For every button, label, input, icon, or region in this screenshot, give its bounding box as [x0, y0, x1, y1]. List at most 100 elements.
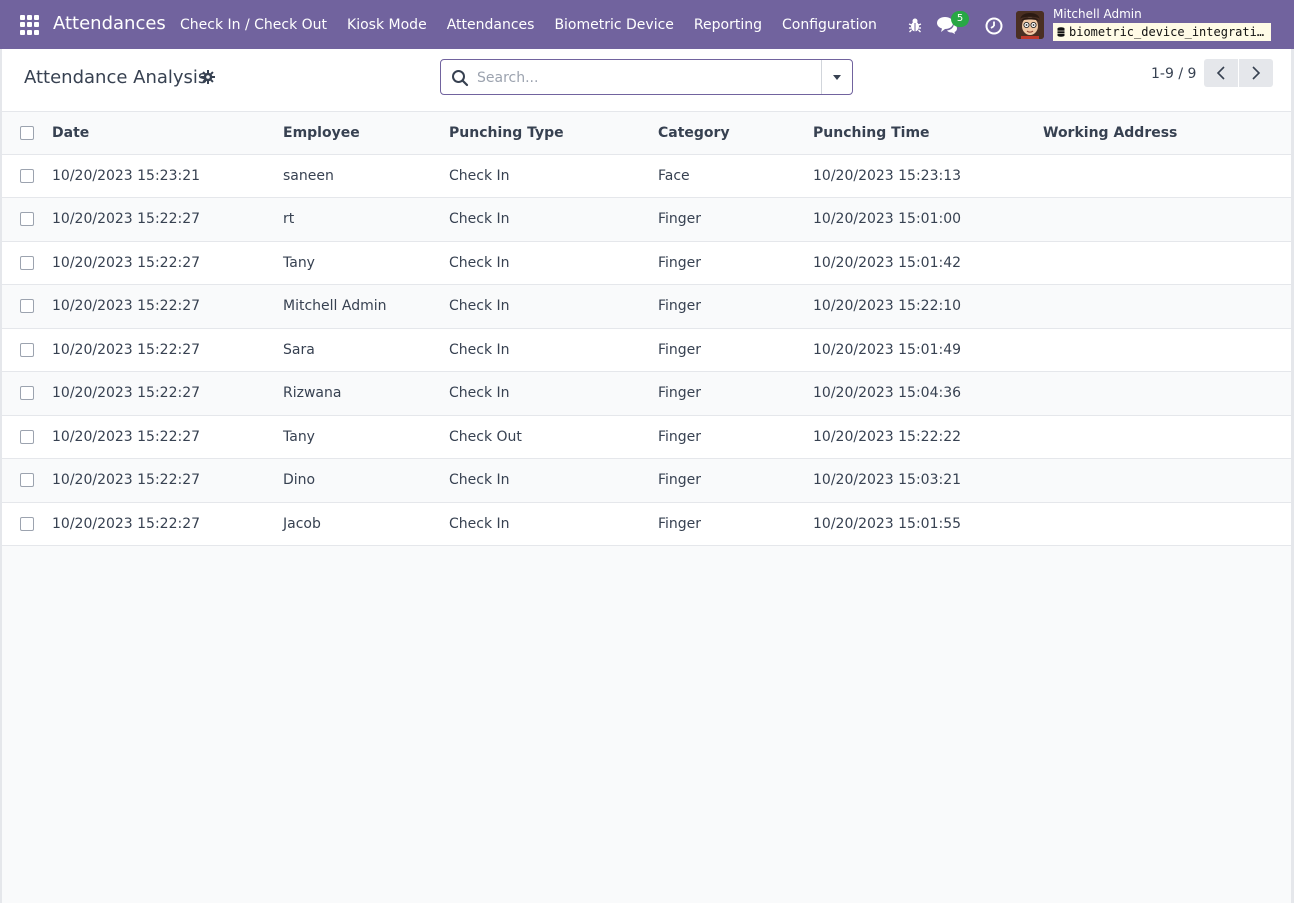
- cell-date: 10/20/2023 15:22:27: [52, 371, 283, 416]
- cell-punching-type: Check In: [449, 241, 658, 285]
- cell-category: Finger: [658, 328, 813, 372]
- row-checkbox[interactable]: [20, 168, 34, 183]
- gear-icon[interactable]: [201, 70, 215, 84]
- chevron-right-icon: [1252, 66, 1261, 80]
- cell-punching-time: 10/20/2023 15:22:22: [813, 415, 1043, 459]
- search-input[interactable]: [477, 66, 817, 90]
- messages-count-badge: 5: [951, 11, 969, 27]
- menu-item-kiosk-mode[interactable]: Kiosk Mode: [347, 17, 427, 33]
- column-header-punching-type[interactable]: Punching Type: [449, 113, 658, 155]
- cell-working-address: [1043, 371, 1291, 416]
- cell-punching-type: Check Out: [449, 415, 658, 459]
- row-select-cell: [2, 371, 52, 416]
- caret-down-icon: [833, 75, 841, 80]
- database-name: biometric_device_integration: [1069, 25, 1271, 39]
- row-select-cell: [2, 458, 52, 503]
- cell-working-address: [1043, 284, 1291, 329]
- cell-employee: Tany: [283, 415, 449, 459]
- row-select-cell: [2, 241, 52, 285]
- cell-employee: Jacob: [283, 502, 449, 546]
- cell-working-address: [1043, 458, 1291, 503]
- cell-working-address: [1043, 328, 1291, 372]
- cell-punching-type: Check In: [449, 154, 658, 198]
- top-navbar: Attendances Check In / Check Out Kiosk M…: [0, 0, 1294, 49]
- menu-item-reporting[interactable]: Reporting: [694, 17, 762, 33]
- table-row[interactable]: 10/20/2023 15:22:27 Jacob Check In Finge…: [2, 502, 1291, 546]
- row-checkbox[interactable]: [20, 429, 34, 444]
- column-header-date[interactable]: Date: [52, 113, 283, 155]
- row-checkbox[interactable]: [20, 473, 34, 488]
- table-row[interactable]: 10/20/2023 15:22:27 Rizwana Check In Fin…: [2, 371, 1291, 416]
- row-checkbox[interactable]: [20, 212, 34, 227]
- cell-category: Finger: [658, 458, 813, 503]
- row-checkbox[interactable]: [20, 299, 34, 314]
- cell-date: 10/20/2023 15:22:27: [52, 458, 283, 503]
- activity-clock-icon[interactable]: [985, 17, 1003, 35]
- database-name-badge: biometric_device_integration: [1053, 23, 1271, 41]
- pager-value[interactable]: 1-9 / 9: [1151, 66, 1196, 82]
- table-row[interactable]: 10/20/2023 15:22:27 Tany Check In Finger…: [2, 241, 1291, 285]
- cell-category: Finger: [658, 197, 813, 242]
- cell-punching-type: Check In: [449, 502, 658, 546]
- cell-punching-type: Check In: [449, 458, 658, 503]
- user-name[interactable]: Mitchell Admin: [1053, 7, 1142, 21]
- cell-date: 10/20/2023 15:22:27: [52, 241, 283, 285]
- row-select-cell: [2, 502, 52, 546]
- table-row[interactable]: 10/20/2023 15:22:27 Dino Check In Finger…: [2, 458, 1291, 503]
- cell-punching-time: 10/20/2023 15:01:49: [813, 328, 1043, 372]
- cell-working-address: [1043, 154, 1291, 198]
- pager-previous-button[interactable]: [1204, 59, 1238, 87]
- table-row[interactable]: 10/20/2023 15:22:27 Sara Check In Finger…: [2, 328, 1291, 372]
- table-row[interactable]: 10/20/2023 15:23:21 saneen Check In Face…: [2, 154, 1291, 198]
- column-header-working-address[interactable]: Working Address: [1043, 113, 1291, 155]
- user-avatar[interactable]: [1016, 11, 1044, 39]
- row-checkbox[interactable]: [20, 386, 34, 401]
- cell-punching-type: Check In: [449, 371, 658, 416]
- app-title[interactable]: Attendances: [53, 13, 166, 34]
- row-select-cell: [2, 328, 52, 372]
- cell-date: 10/20/2023 15:22:27: [52, 197, 283, 242]
- cell-date: 10/20/2023 15:22:27: [52, 328, 283, 372]
- search-bar: [440, 59, 853, 95]
- attendance-table: Date Employee Punching Type Category Pun…: [2, 113, 1291, 546]
- pager-next-button[interactable]: [1239, 59, 1273, 87]
- cell-date: 10/20/2023 15:22:27: [52, 502, 283, 546]
- select-all-cell: [2, 113, 52, 155]
- row-checkbox[interactable]: [20, 342, 34, 357]
- cell-employee: Dino: [283, 458, 449, 503]
- cell-punching-time: 10/20/2023 15:04:36: [813, 371, 1043, 416]
- debug-bug-icon[interactable]: [908, 17, 922, 33]
- menu-item-check-in-check-out[interactable]: Check In / Check Out: [180, 17, 327, 33]
- search-icon: [452, 70, 469, 87]
- menu-item-configuration[interactable]: Configuration: [782, 17, 877, 33]
- cell-punching-time: 10/20/2023 15:01:00: [813, 197, 1043, 242]
- cell-working-address: [1043, 502, 1291, 546]
- column-header-employee[interactable]: Employee: [283, 113, 449, 155]
- table-row[interactable]: 10/20/2023 15:22:27 rt Check In Finger 1…: [2, 197, 1291, 242]
- cell-category: Finger: [658, 241, 813, 285]
- row-checkbox[interactable]: [20, 255, 34, 270]
- cell-employee: saneen: [283, 154, 449, 198]
- column-header-category[interactable]: Category: [658, 113, 813, 155]
- cell-employee: rt: [283, 197, 449, 242]
- select-all-checkbox[interactable]: [20, 126, 34, 141]
- column-header-punching-time[interactable]: Punching Time: [813, 113, 1043, 155]
- apps-menu-icon[interactable]: [20, 15, 40, 35]
- cell-punching-time: 10/20/2023 15:01:42: [813, 241, 1043, 285]
- table-row[interactable]: 10/20/2023 15:22:27 Mitchell Admin Check…: [2, 284, 1291, 329]
- cell-punching-type: Check In: [449, 284, 658, 329]
- chevron-left-icon: [1216, 66, 1225, 80]
- cell-punching-time: 10/20/2023 15:03:21: [813, 458, 1043, 503]
- row-checkbox[interactable]: [20, 516, 34, 531]
- cell-category: Face: [658, 154, 813, 198]
- cell-employee: Rizwana: [283, 371, 449, 416]
- cell-punching-time: 10/20/2023 15:22:10: [813, 284, 1043, 329]
- search-options-toggle[interactable]: [821, 60, 852, 94]
- cell-employee: Sara: [283, 328, 449, 372]
- table-row[interactable]: 10/20/2023 15:22:27 Tany Check Out Finge…: [2, 415, 1291, 459]
- cell-date: 10/20/2023 15:22:27: [52, 284, 283, 329]
- page-title: Attendance Analysis: [24, 67, 208, 88]
- row-select-cell: [2, 284, 52, 329]
- menu-item-biometric-device[interactable]: Biometric Device: [554, 17, 673, 33]
- menu-item-attendances[interactable]: Attendances: [447, 17, 535, 33]
